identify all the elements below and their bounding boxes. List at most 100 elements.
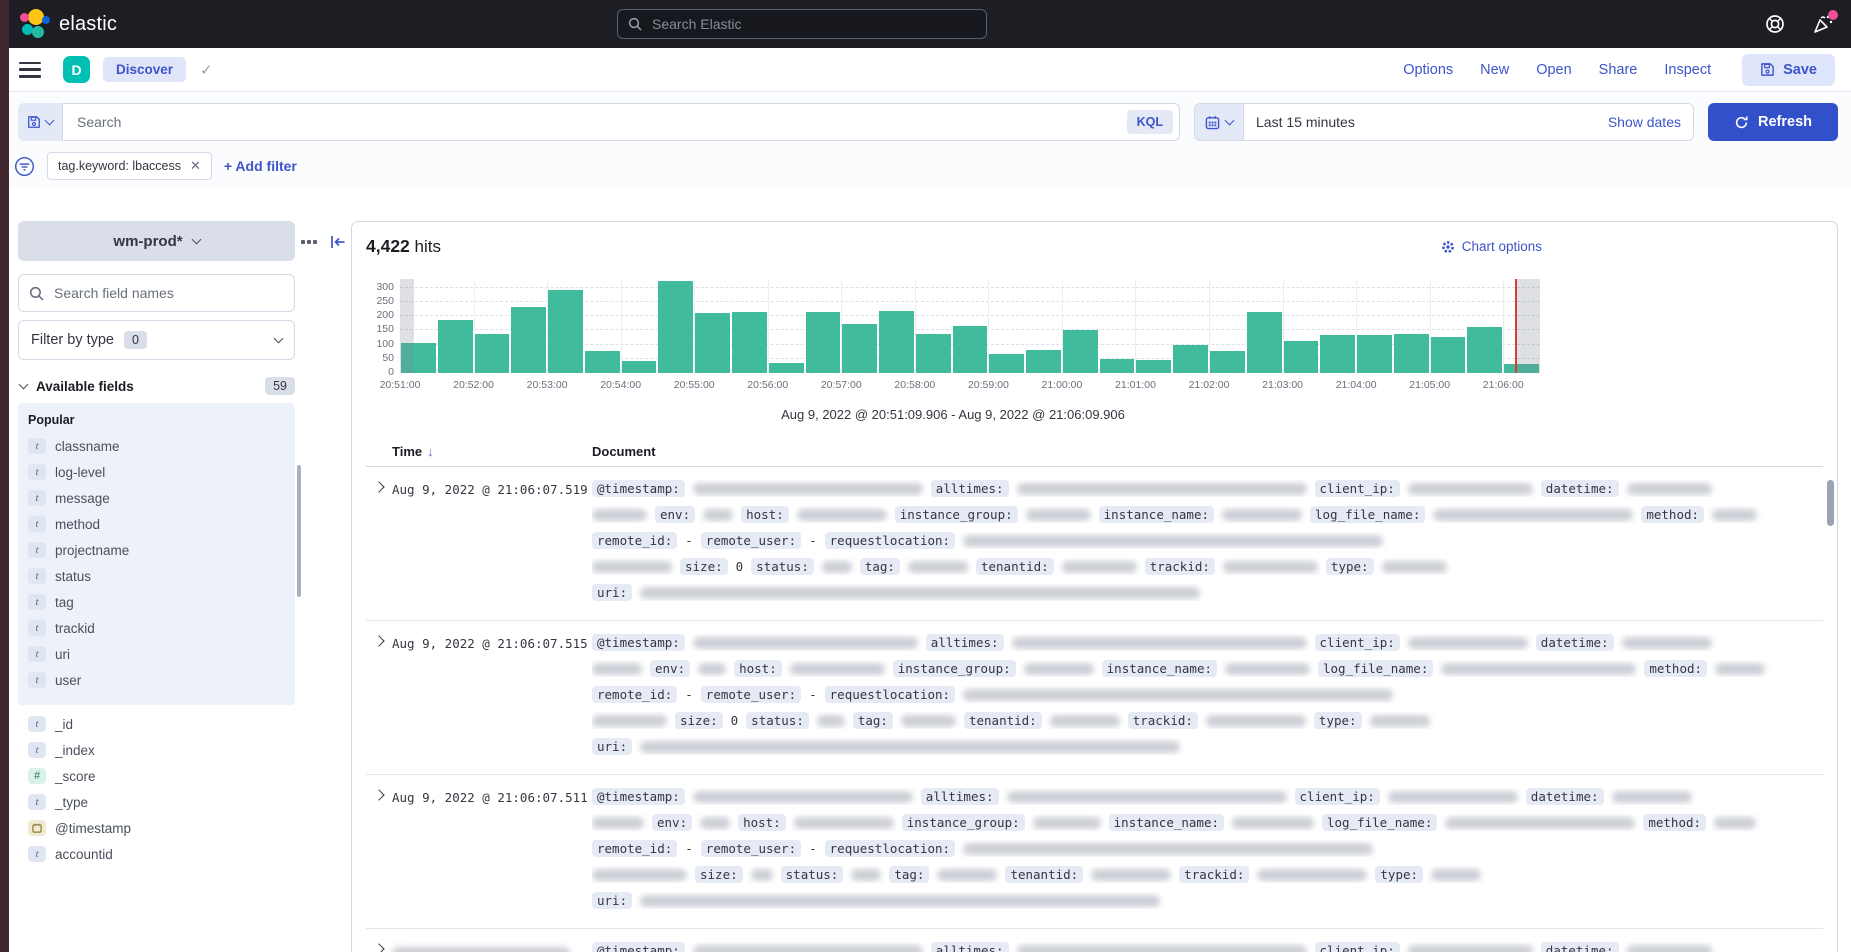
field-item-_id[interactable]: t_id xyxy=(26,711,287,737)
remove-filter-icon[interactable]: ✕ xyxy=(190,158,201,174)
histogram-bar[interactable] xyxy=(1247,312,1282,373)
histogram-bar[interactable] xyxy=(879,311,914,373)
histogram-bar[interactable] xyxy=(1063,330,1098,373)
fields-list: Popular tclassnametlog-leveltmessagetmet… xyxy=(18,403,295,873)
applied-filter-pill[interactable]: tag.keyword: lbaccess ✕ xyxy=(47,152,212,180)
field-item-method[interactable]: tmethod xyxy=(26,511,287,537)
field-item-tag[interactable]: ttag xyxy=(26,589,287,615)
expand-row-button[interactable] xyxy=(366,942,392,952)
redacted-value xyxy=(1431,869,1481,881)
histogram-bar[interactable] xyxy=(1394,334,1429,373)
global-search[interactable] xyxy=(617,9,987,39)
histogram-bar[interactable] xyxy=(1431,337,1466,373)
expand-row-button[interactable] xyxy=(366,634,392,764)
field-item-status[interactable]: tstatus xyxy=(26,563,287,589)
calendar-button[interactable] xyxy=(1195,104,1244,140)
field-item-uri[interactable]: turi xyxy=(26,641,287,667)
breadcrumb[interactable]: Discover xyxy=(103,57,186,82)
field-name: accountid xyxy=(55,847,113,862)
filter-by-type-button[interactable]: Filter by type 0 xyxy=(18,320,295,360)
histogram-bar[interactable] xyxy=(953,326,988,373)
field-item-trackid[interactable]: ttrackid xyxy=(26,615,287,641)
nav-link-open[interactable]: Open xyxy=(1536,62,1571,78)
field-item-message[interactable]: tmessage xyxy=(26,485,287,511)
x-axis-label: 20:55:00 xyxy=(674,379,715,391)
app-badge[interactable]: D xyxy=(63,56,90,83)
histogram-bar[interactable] xyxy=(1320,335,1355,373)
nav-link-options[interactable]: Options xyxy=(1403,62,1453,78)
elastic-brand[interactable]: elastic xyxy=(20,9,117,39)
field-options-icon[interactable] xyxy=(301,240,317,244)
histogram-bar[interactable] xyxy=(916,334,951,373)
nav-link-share[interactable]: Share xyxy=(1599,62,1638,78)
histogram-bar[interactable] xyxy=(585,351,620,373)
filter-icon[interactable] xyxy=(14,156,35,177)
field-item-_type[interactable]: t_type xyxy=(26,789,287,815)
kql-search-box[interactable]: KQL xyxy=(62,103,1180,141)
histogram-bar[interactable] xyxy=(769,363,804,373)
sidebar-scrollbar[interactable] xyxy=(297,465,301,597)
field-item-accountid[interactable]: taccountid xyxy=(26,841,287,867)
histogram-bar[interactable] xyxy=(1467,327,1502,373)
histogram-bar[interactable] xyxy=(989,354,1024,373)
redacted-value xyxy=(1026,509,1091,521)
show-dates-link[interactable]: Show dates xyxy=(1608,114,1681,130)
histogram-bar[interactable] xyxy=(695,313,730,373)
field-item-user[interactable]: tuser xyxy=(26,667,287,693)
time-column-header[interactable]: Time ↓ xyxy=(392,444,592,459)
expand-row-button[interactable] xyxy=(366,788,392,918)
field-search-box[interactable] xyxy=(18,274,295,312)
chart-options-link[interactable]: Chart options xyxy=(1441,239,1542,254)
available-fields-toggle[interactable]: Available fields 59 xyxy=(20,377,295,395)
popular-label: Popular xyxy=(28,413,287,427)
doc-field-name: tag: xyxy=(860,558,900,575)
query-language-badge[interactable]: KQL xyxy=(1127,110,1173,134)
add-filter-link[interactable]: + Add filter xyxy=(224,158,297,174)
histogram-bar[interactable] xyxy=(1026,350,1061,373)
histogram-bar[interactable] xyxy=(1284,341,1319,373)
histogram-bar[interactable] xyxy=(1357,335,1392,373)
kql-search-input[interactable] xyxy=(75,113,1127,131)
histogram-bar[interactable] xyxy=(622,361,657,373)
histogram-bar[interactable] xyxy=(732,312,767,373)
histogram-bar[interactable] xyxy=(842,324,877,373)
expand-row-button[interactable] xyxy=(366,480,392,610)
redacted-value xyxy=(1062,561,1137,573)
histogram-bar[interactable] xyxy=(548,290,583,373)
field-item-log-level[interactable]: tlog-level xyxy=(26,459,287,485)
histogram-bar[interactable] xyxy=(475,334,510,373)
field-item-@timestamp[interactable]: @timestamp xyxy=(26,815,287,841)
saved-query-button[interactable] xyxy=(18,103,62,141)
histogram-bar[interactable] xyxy=(1173,345,1208,373)
chart-options-label: Chart options xyxy=(1462,239,1542,254)
field-item-projectname[interactable]: tprojectname xyxy=(26,537,287,563)
histogram-bar[interactable] xyxy=(438,320,473,373)
nav-link-inspect[interactable]: Inspect xyxy=(1664,62,1711,78)
nav-link-new[interactable]: New xyxy=(1480,62,1509,78)
help-icon[interactable] xyxy=(1763,12,1787,36)
histogram-bar[interactable] xyxy=(1100,359,1135,373)
field-item-_index[interactable]: t_index xyxy=(26,737,287,763)
histogram-bar[interactable] xyxy=(806,312,841,373)
menu-icon[interactable] xyxy=(19,62,41,78)
redacted-value xyxy=(794,817,894,829)
histogram-bar[interactable] xyxy=(1136,360,1171,373)
doc-field-name: requestlocation: xyxy=(825,840,955,857)
sort-descending-icon[interactable]: ↓ xyxy=(427,444,434,459)
doc-field-name: env: xyxy=(655,506,695,523)
index-pattern-selector[interactable]: wm-prod* xyxy=(18,221,295,261)
field-name: method xyxy=(55,517,100,532)
collapse-sidebar-icon[interactable] xyxy=(330,235,346,249)
refresh-button[interactable]: Refresh xyxy=(1708,103,1838,141)
histogram-bar[interactable] xyxy=(1210,351,1245,373)
histogram-bar[interactable] xyxy=(511,307,546,373)
field-item-classname[interactable]: tclassname xyxy=(26,433,287,459)
save-button[interactable]: Save xyxy=(1742,54,1835,86)
news-icon[interactable] xyxy=(1811,12,1835,36)
histogram-bar[interactable] xyxy=(658,281,693,373)
time-range-value[interactable]: Last 15 minutes xyxy=(1256,114,1355,130)
field-item-_score[interactable]: #_score xyxy=(26,763,287,789)
field-search-input[interactable] xyxy=(52,284,284,302)
global-search-input[interactable] xyxy=(650,15,976,33)
table-scrollbar[interactable] xyxy=(1827,480,1834,952)
